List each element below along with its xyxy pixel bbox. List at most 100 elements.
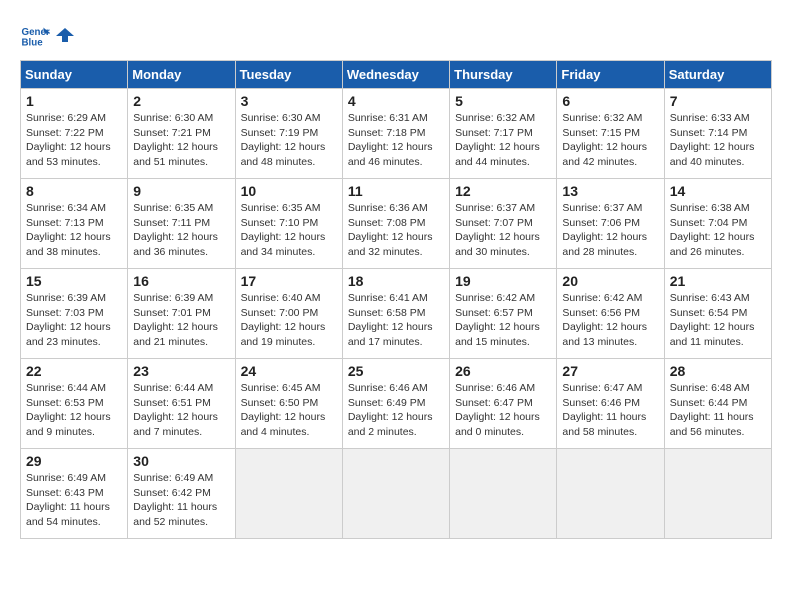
calendar-cell: 4Sunrise: 6:31 AMSunset: 7:18 PMDaylight… (342, 89, 449, 179)
day-info: Sunrise: 6:48 AMSunset: 6:44 PMDaylight:… (670, 381, 766, 440)
day-number: 2 (133, 93, 229, 109)
calendar-header-saturday: Saturday (664, 61, 771, 89)
calendar-week-2: 8 Sunrise: 6:34 AMSunset: 7:13 PMDaylight… (21, 179, 772, 269)
page-header: General Blue (20, 20, 772, 50)
day-number: 6 (562, 93, 658, 109)
calendar-cell: 8 Sunrise: 6:34 AMSunset: 7:13 PMDaylight… (21, 179, 128, 269)
day-info: Sunrise: 6:37 AMSunset: 7:07 PMDaylight:… (455, 201, 551, 260)
calendar-cell (342, 449, 449, 539)
day-info: Sunrise: 6:34 AMSunset: 7:13 PMDaylight:… (26, 201, 122, 260)
day-number: 26 (455, 363, 551, 379)
calendar-cell: 12 Sunrise: 6:37 AMSunset: 7:07 PMDayligh… (450, 179, 557, 269)
day-number: 27 (562, 363, 658, 379)
calendar-cell: 22 Sunrise: 6:44 AMSunset: 6:53 PMDayligh… (21, 359, 128, 449)
calendar-header-tuesday: Tuesday (235, 61, 342, 89)
calendar-header-row: SundayMondayTuesdayWednesdayThursdayFrid… (21, 61, 772, 89)
day-number: 20 (562, 273, 658, 289)
calendar-cell: 13Sunrise: 6:37 AMSunset: 7:06 PMDayligh… (557, 179, 664, 269)
calendar-cell: 7 Sunrise: 6:33 AMSunset: 7:14 PMDaylight… (664, 89, 771, 179)
day-info: Sunrise: 6:32 AMSunset: 7:17 PMDaylight:… (455, 111, 551, 170)
day-number: 3 (241, 93, 337, 109)
day-info: Sunrise: 6:47 AMSunset: 6:46 PMDaylight:… (562, 381, 658, 440)
calendar-cell (235, 449, 342, 539)
calendar-cell: 11 Sunrise: 6:36 AMSunset: 7:08 PMDayligh… (342, 179, 449, 269)
day-number: 8 (26, 183, 122, 199)
day-info: Sunrise: 6:44 AMSunset: 6:53 PMDaylight:… (26, 381, 122, 440)
day-number: 25 (348, 363, 444, 379)
day-info: Sunrise: 6:39 AMSunset: 7:01 PMDaylight:… (133, 291, 229, 350)
day-number: 14 (670, 183, 766, 199)
day-number: 12 (455, 183, 551, 199)
day-info: Sunrise: 6:32 AMSunset: 7:15 PMDaylight:… (562, 111, 658, 170)
day-number: 22 (26, 363, 122, 379)
calendar-header-thursday: Thursday (450, 61, 557, 89)
day-info: Sunrise: 6:38 AMSunset: 7:04 PMDaylight:… (670, 201, 766, 260)
day-number: 7 (670, 93, 766, 109)
calendar-cell: 15 Sunrise: 6:39 AMSunset: 7:03 PMDayligh… (21, 269, 128, 359)
day-info: Sunrise: 6:44 AMSunset: 6:51 PMDaylight:… (133, 381, 229, 440)
calendar-cell: 16 Sunrise: 6:39 AMSunset: 7:01 PMDayligh… (128, 269, 235, 359)
day-number: 29 (26, 453, 122, 469)
calendar-cell: 5 Sunrise: 6:32 AMSunset: 7:17 PMDaylight… (450, 89, 557, 179)
calendar-cell (664, 449, 771, 539)
day-number: 11 (348, 183, 444, 199)
day-number: 10 (241, 183, 337, 199)
day-number: 1 (26, 93, 122, 109)
calendar-cell: 28 Sunrise: 6:48 AMSunset: 6:44 PMDayligh… (664, 359, 771, 449)
day-number: 24 (241, 363, 337, 379)
day-info: Sunrise: 6:49 AMSunset: 6:42 PMDaylight:… (133, 471, 229, 530)
calendar-cell: 23Sunrise: 6:44 AMSunset: 6:51 PMDayligh… (128, 359, 235, 449)
day-info: Sunrise: 6:46 AMSunset: 6:49 PMDaylight:… (348, 381, 444, 440)
day-info: Sunrise: 6:29 AMSunset: 7:22 PMDaylight:… (26, 111, 122, 170)
calendar-week-4: 22 Sunrise: 6:44 AMSunset: 6:53 PMDayligh… (21, 359, 772, 449)
day-info: Sunrise: 6:42 AMSunset: 6:56 PMDaylight:… (562, 291, 658, 350)
calendar-cell: 25 Sunrise: 6:46 AMSunset: 6:49 PMDayligh… (342, 359, 449, 449)
day-number: 5 (455, 93, 551, 109)
day-number: 9 (133, 183, 229, 199)
calendar-body: 1 Sunrise: 6:29 AMSunset: 7:22 PMDaylight… (21, 89, 772, 539)
logo-bird-icon (56, 26, 74, 44)
day-info: Sunrise: 6:30 AMSunset: 7:21 PMDaylight:… (133, 111, 229, 170)
calendar-cell: 2 Sunrise: 6:30 AMSunset: 7:21 PMDaylight… (128, 89, 235, 179)
calendar-cell: 27 Sunrise: 6:47 AMSunset: 6:46 PMDayligh… (557, 359, 664, 449)
calendar-week-1: 1 Sunrise: 6:29 AMSunset: 7:22 PMDaylight… (21, 89, 772, 179)
calendar-cell: 18 Sunrise: 6:41 AMSunset: 6:58 PMDayligh… (342, 269, 449, 359)
day-info: Sunrise: 6:33 AMSunset: 7:14 PMDaylight:… (670, 111, 766, 170)
calendar-cell: 19Sunrise: 6:42 AMSunset: 6:57 PMDayligh… (450, 269, 557, 359)
calendar-week-3: 15 Sunrise: 6:39 AMSunset: 7:03 PMDayligh… (21, 269, 772, 359)
calendar-cell: 6 Sunrise: 6:32 AMSunset: 7:15 PMDaylight… (557, 89, 664, 179)
calendar-cell (450, 449, 557, 539)
calendar-cell: 9 Sunrise: 6:35 AMSunset: 7:11 PMDaylight… (128, 179, 235, 269)
day-number: 28 (670, 363, 766, 379)
day-info: Sunrise: 6:39 AMSunset: 7:03 PMDaylight:… (26, 291, 122, 350)
calendar-cell: 3 Sunrise: 6:30 AMSunset: 7:19 PMDaylight… (235, 89, 342, 179)
day-info: Sunrise: 6:36 AMSunset: 7:08 PMDaylight:… (348, 201, 444, 260)
calendar-header-sunday: Sunday (21, 61, 128, 89)
day-number: 4 (348, 93, 444, 109)
calendar-cell (557, 449, 664, 539)
day-number: 21 (670, 273, 766, 289)
calendar-cell: 30Sunrise: 6:49 AMSunset: 6:42 PMDayligh… (128, 449, 235, 539)
day-number: 17 (241, 273, 337, 289)
day-info: Sunrise: 6:41 AMSunset: 6:58 PMDaylight:… (348, 291, 444, 350)
calendar-cell: 29 Sunrise: 6:49 AMSunset: 6:43 PMDayligh… (21, 449, 128, 539)
day-info: Sunrise: 6:35 AMSunset: 7:10 PMDaylight:… (241, 201, 337, 260)
day-number: 16 (133, 273, 229, 289)
day-number: 19 (455, 273, 551, 289)
calendar-header-friday: Friday (557, 61, 664, 89)
day-info: Sunrise: 6:40 AMSunset: 7:00 PMDaylight:… (241, 291, 337, 350)
day-number: 18 (348, 273, 444, 289)
calendar-cell: 14 Sunrise: 6:38 AMSunset: 7:04 PMDayligh… (664, 179, 771, 269)
calendar-cell: 26Sunrise: 6:46 AMSunset: 6:47 PMDayligh… (450, 359, 557, 449)
day-info: Sunrise: 6:43 AMSunset: 6:54 PMDaylight:… (670, 291, 766, 350)
calendar-cell: 24Sunrise: 6:45 AMSunset: 6:50 PMDayligh… (235, 359, 342, 449)
day-info: Sunrise: 6:49 AMSunset: 6:43 PMDaylight:… (26, 471, 122, 530)
calendar-cell: 20 Sunrise: 6:42 AMSunset: 6:56 PMDayligh… (557, 269, 664, 359)
day-info: Sunrise: 6:35 AMSunset: 7:11 PMDaylight:… (133, 201, 229, 260)
day-info: Sunrise: 6:30 AMSunset: 7:19 PMDaylight:… (241, 111, 337, 170)
calendar-header-wednesday: Wednesday (342, 61, 449, 89)
calendar-cell: 21 Sunrise: 6:43 AMSunset: 6:54 PMDayligh… (664, 269, 771, 359)
logo: General Blue (20, 20, 74, 50)
calendar-week-5: 29 Sunrise: 6:49 AMSunset: 6:43 PMDayligh… (21, 449, 772, 539)
day-number: 15 (26, 273, 122, 289)
